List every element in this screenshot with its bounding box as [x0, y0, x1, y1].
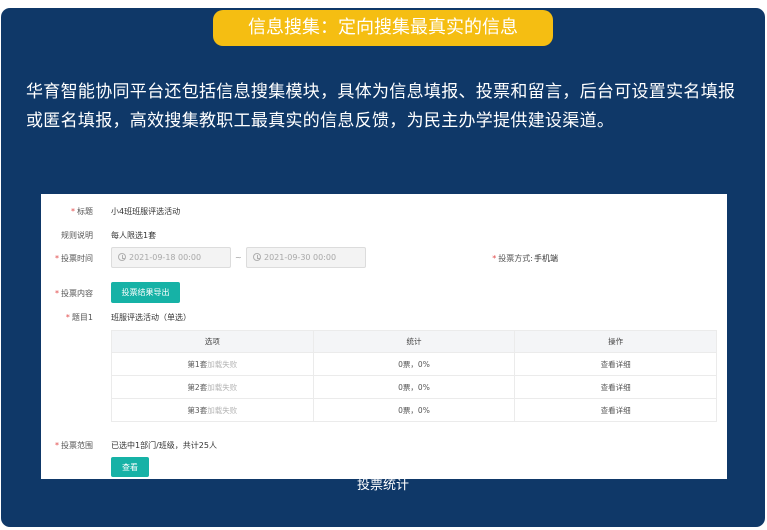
export-results-button[interactable]: 投票结果导出	[111, 282, 180, 303]
stat-cell: 0票，0%	[313, 352, 516, 376]
vote-results-table: 选项 统计 操作 第1套加载失败 0票，0% 查看详细 第2套加载失败 0票，0…	[111, 330, 717, 422]
end-time-input[interactable]: 2021-09-30 00:00	[246, 247, 366, 268]
time-separator: ~	[235, 253, 242, 262]
question-label: 题目1	[41, 312, 93, 323]
question-value: 班服评选活动（单选）	[111, 313, 191, 322]
title-label: 标题	[41, 206, 93, 217]
option-cell: 第2套加载失败	[111, 375, 314, 399]
time-label: 投票时间	[41, 253, 93, 264]
table-row: 第1套加载失败 0票，0% 查看详细	[111, 352, 717, 376]
info-panel: 信息搜集：定向搜集最真实的信息 华育智能协同平台还包括信息搜集模块，具体为信息填…	[1, 8, 765, 527]
option-cell: 第1套加载失败	[111, 352, 314, 376]
start-time-input[interactable]: 2021-09-18 00:00	[111, 247, 231, 268]
clock-icon	[253, 253, 261, 261]
stat-cell: 0票，0%	[313, 398, 516, 422]
vote-form-screenshot: 标题 小4班班服评选活动 规则说明 每人限选1套 投票时间 2021-09-18…	[41, 194, 727, 479]
section-title: 信息搜集：定向搜集最真实的信息	[213, 10, 553, 46]
scope-value: 已选中1部门/班级，共计25人	[111, 441, 217, 450]
intro-paragraph: 华育智能协同平台还包括信息搜集模块，具体为信息填报、投票和留言，后台可设置实名填…	[26, 82, 736, 131]
method-label: 投票方式:	[481, 253, 533, 264]
rule-value: 每人限选1套	[111, 231, 157, 240]
scope-label: 投票范围	[41, 440, 93, 451]
table-row: 第3套加载失败 0票，0% 查看详细	[111, 398, 717, 422]
col-header-action: 操作	[514, 330, 717, 353]
rule-label: 规则说明	[61, 231, 93, 240]
view-detail-link[interactable]: 查看详细	[514, 375, 717, 399]
view-detail-link[interactable]: 查看详细	[514, 398, 717, 422]
content-label: 投票内容	[41, 288, 93, 299]
method-value: 手机端	[534, 254, 558, 263]
screenshot-caption: 投票统计	[356, 478, 409, 493]
col-header-option: 选项	[111, 330, 314, 353]
col-header-stat: 统计	[313, 330, 516, 353]
table-row: 第2套加载失败 0票，0% 查看详细	[111, 375, 717, 399]
view-detail-link[interactable]: 查看详细	[514, 352, 717, 376]
title-value: 小4班班服评选活动	[111, 207, 181, 216]
stat-cell: 0票，0%	[313, 375, 516, 399]
clock-icon	[118, 253, 126, 261]
option-cell: 第3套加载失败	[111, 398, 314, 422]
